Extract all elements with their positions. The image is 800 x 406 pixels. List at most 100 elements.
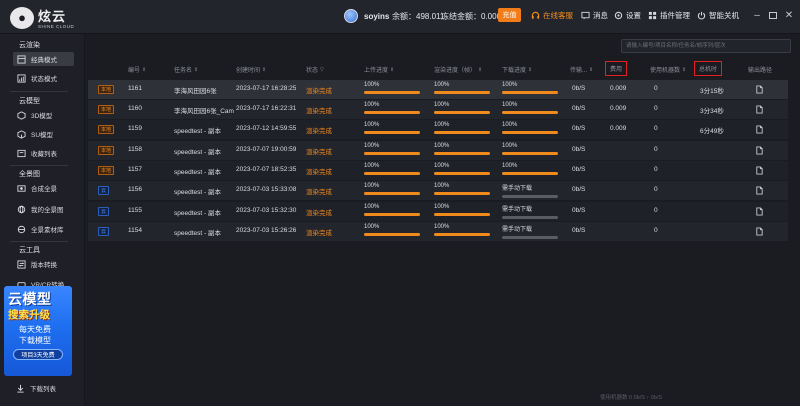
table-row[interactable]: 本地 1159 speedtest - 副本 2023-07-12 14:59:55 渲… xyxy=(88,120,788,139)
upload-progress-fill xyxy=(364,91,420,94)
col-render[interactable]: 渲染进度（帧） ⇕ xyxy=(434,65,482,75)
minimize-button[interactable]: – xyxy=(751,9,763,21)
smart-shutdown-button[interactable]: 智能关机 xyxy=(697,10,739,21)
download-progress-value: 100% xyxy=(502,82,518,88)
messages-button[interactable]: 消息 xyxy=(581,10,608,21)
promo-banner[interactable]: 云模型 搜索升级 每天免费 下载模型 项目3天免费 xyxy=(4,286,72,376)
download-progress[interactable]: 需手动下载 xyxy=(502,224,558,239)
task-name: speedtest - 副本 xyxy=(174,189,221,196)
col-output[interactable]: 输出路径 xyxy=(748,65,772,74)
status-mode-icon xyxy=(17,73,26,83)
table-row[interactable]: 本地 1161 李海风田园6张 2023-07-17 16:28:25 渲染完成 100%… xyxy=(88,80,788,99)
render-progress-fill xyxy=(434,111,490,114)
upload-progress-bar xyxy=(364,213,420,216)
task-created: 2023-07-07 19:00:59 xyxy=(236,146,297,153)
sidebar-item-my-panorama[interactable]: 我的全景图 xyxy=(13,202,74,216)
download-manual-text: 需手动下载 xyxy=(502,227,533,233)
col-id[interactable]: 编号 ⇕ xyxy=(128,65,146,75)
upload-progress: 100% xyxy=(364,224,420,236)
download-progress[interactable]: 需手动下载 xyxy=(502,183,558,198)
col-download[interactable]: 下载进度 ⇕ xyxy=(502,65,532,75)
table-row[interactable]: 云 1154 speedtest - 副本 2023-07-03 15:26:26 渲染… xyxy=(88,222,788,241)
render-progress: 100% xyxy=(434,122,490,134)
transfer-speed: 0b/S xyxy=(572,85,586,92)
favorites-icon xyxy=(17,149,26,158)
col-total-time[interactable]: 总机时 xyxy=(694,61,723,76)
upload-progress: 100% xyxy=(364,82,420,94)
download-progress: 100% xyxy=(502,102,558,114)
folder-icon[interactable] xyxy=(755,166,764,175)
sidebar-item-compose-panorama[interactable]: 合成全景 xyxy=(13,181,74,195)
table-row[interactable]: 本地 1160 李海风田园6张_Came 2023-07-17 16:22:31 渲染完… xyxy=(88,100,788,119)
sort-icon: ⇕ xyxy=(589,66,594,73)
render-progress-fill xyxy=(434,91,490,94)
sidebar-item-3d-model[interactable]: 3D模型 xyxy=(13,108,74,122)
folder-icon[interactable] xyxy=(755,125,764,134)
sidebar-item-favorites[interactable]: 收藏列表 xyxy=(13,146,74,160)
folder-icon[interactable] xyxy=(755,105,764,114)
render-progress: 100% xyxy=(434,204,490,216)
render-progress: 100% xyxy=(434,82,490,94)
user-profile[interactable]: soyins xyxy=(344,9,389,23)
download-icon xyxy=(16,384,25,393)
task-name: speedtest - 副本 xyxy=(174,128,221,135)
folder-icon[interactable] xyxy=(755,146,764,155)
folder-icon[interactable] xyxy=(755,186,764,195)
online-support-label: 在线客服 xyxy=(543,11,573,20)
render-progress-fill xyxy=(434,192,490,195)
plugin-manage-label: 插件管理 xyxy=(660,11,690,20)
total-time: 3分15秒 xyxy=(700,88,724,95)
sidebar-divider xyxy=(10,165,68,166)
table-row[interactable]: 本地 1157 speedtest - 副本 2023-07-07 18:52:35 渲… xyxy=(88,161,788,180)
transfer-speed: 0b/S xyxy=(572,105,586,112)
upload-progress-bar xyxy=(364,172,420,175)
messages-label: 消息 xyxy=(593,11,608,20)
table-row[interactable]: 云 1156 speedtest - 副本 2023-07-03 15:33:08 渲染… xyxy=(88,181,788,200)
col-id-label: 编号 xyxy=(128,68,141,74)
table-row[interactable]: 本地 1158 speedtest - 副本 2023-07-07 19:00:59 渲… xyxy=(88,141,788,160)
minimize-icon: – xyxy=(754,9,760,21)
render-progress-bar xyxy=(434,111,490,114)
col-status[interactable]: 状态 ▽ xyxy=(306,65,324,75)
upload-progress-fill xyxy=(364,192,420,195)
col-upload[interactable]: 上传进度 ⇕ xyxy=(364,65,394,75)
sidebar-item-status-mode[interactable]: 状态模式 xyxy=(13,71,74,85)
col-created[interactable]: 创建时间 ⇕ xyxy=(236,65,266,75)
classic-mode-icon xyxy=(17,54,26,64)
avatar[interactable] xyxy=(344,9,358,23)
download-manual-text: 需手动下载 xyxy=(502,207,533,213)
render-progress: 100% xyxy=(434,183,490,195)
table-row[interactable]: 云 1155 speedtest - 副本 2023-07-03 15:32:30 渲染… xyxy=(88,202,788,221)
sidebar-item-panorama-library[interactable]: 全景素材库 xyxy=(13,222,74,236)
compose-icon xyxy=(17,184,26,193)
task-id: 1156 xyxy=(128,186,142,193)
sidebar-item-classic-mode[interactable]: 经典模式 xyxy=(13,52,74,66)
download-progress[interactable]: 需手动下载 xyxy=(502,204,558,219)
folder-icon[interactable] xyxy=(755,85,764,94)
col-name[interactable]: 任务名 ⇕ xyxy=(174,65,198,75)
recharge-button[interactable]: 充值 xyxy=(498,8,521,22)
col-machines[interactable]: 使用机器数 ⇕ xyxy=(650,65,686,75)
plugin-manage-button[interactable]: 插件管理 xyxy=(648,10,690,21)
col-cost[interactable]: 费用 xyxy=(605,61,628,76)
folder-icon[interactable] xyxy=(755,227,764,236)
col-created-label: 创建时间 xyxy=(236,68,261,74)
machine-count: 0 xyxy=(654,166,658,173)
sidebar-item-su-model[interactable]: SU模型 xyxy=(13,127,74,141)
folder-icon[interactable] xyxy=(755,207,764,216)
sidebar-item-version-convert[interactable]: 版本转换 xyxy=(13,257,74,271)
search-input[interactable]: 请输入编号/项目名称/任务名/帧序列/层次 xyxy=(621,39,791,53)
task-id: 1159 xyxy=(128,125,142,132)
download-list-button[interactable]: 下载列表 xyxy=(16,383,56,393)
download-progress-bar xyxy=(502,195,558,198)
close-button[interactable]: ✕ xyxy=(783,9,795,21)
upload-progress: 100% xyxy=(364,183,420,195)
maximize-button[interactable] xyxy=(767,9,779,21)
render-progress: 100% xyxy=(434,143,490,155)
online-support-button[interactable]: 在线客服 xyxy=(531,10,573,21)
col-cost-label: 费用 xyxy=(610,67,623,73)
settings-button[interactable]: 设置 xyxy=(614,10,641,21)
render-progress-value: 100% xyxy=(434,143,450,149)
col-transfer[interactable]: 传输... ⇕ xyxy=(570,65,594,75)
machine-count: 0 xyxy=(654,186,658,193)
